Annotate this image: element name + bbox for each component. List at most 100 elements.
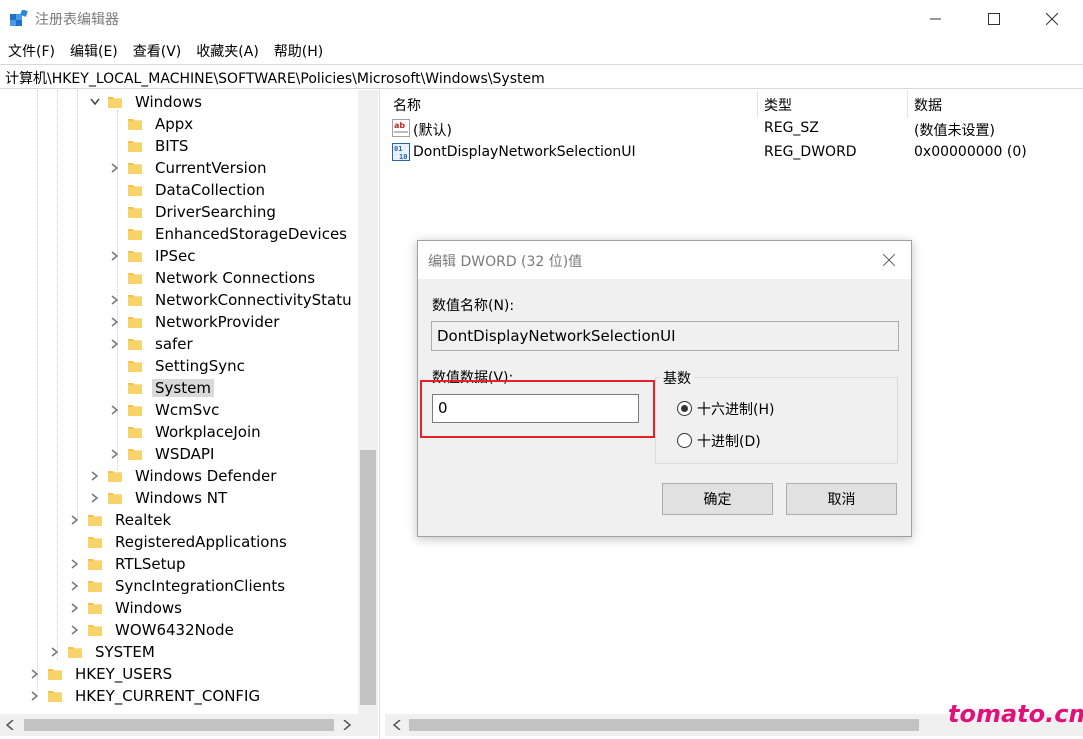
tree-expander-spacer	[108, 267, 122, 289]
menu-edit[interactable]: 编辑(E)	[62, 38, 125, 62]
value-data: 0x00000000 (0)	[914, 144, 1027, 160]
chevron-right-icon[interactable]	[108, 311, 122, 333]
ok-button[interactable]: 确定	[662, 483, 773, 515]
tree-item[interactable]: HKEY_CURRENT_CONFIG	[28, 685, 263, 707]
dialog-title-bar: 编辑 DWORD (32 位)值	[418, 241, 911, 279]
minimize-button[interactable]	[906, 0, 966, 38]
chevron-right-icon[interactable]	[28, 663, 42, 685]
column-separator[interactable]	[907, 90, 908, 118]
tree-item[interactable]: HKEY_USERS	[28, 663, 175, 685]
tree-item[interactable]: WorkplaceJoin	[108, 421, 264, 443]
tree-item[interactable]: Appx	[108, 113, 196, 135]
tree-vertical-scroll-thumb[interactable]	[360, 450, 376, 705]
folder-icon	[128, 183, 142, 197]
chevron-right-icon[interactable]	[68, 575, 82, 597]
menu-help[interactable]: 帮助(H)	[266, 38, 330, 62]
base-group-box	[655, 377, 898, 464]
tree-item[interactable]: Windows NT	[88, 487, 230, 509]
scroll-left-icon[interactable]	[393, 720, 401, 730]
chevron-right-icon[interactable]	[88, 487, 102, 509]
tree-item[interactable]: WcmSvc	[108, 399, 222, 421]
chevron-right-icon[interactable]	[108, 289, 122, 311]
tree-item[interactable]: SYSTEM	[48, 641, 158, 663]
chevron-right-icon[interactable]	[48, 641, 62, 663]
tree-item-label: WSDAPI	[155, 445, 215, 463]
column-header-type[interactable]: 类型	[764, 93, 792, 115]
tree-horizontal-scroll-thumb[interactable]	[24, 719, 334, 731]
list-row[interactable]: 01 10 DontDisplayNetworkSelectionUI REG_…	[385, 142, 1083, 164]
chevron-right-icon[interactable]	[108, 333, 122, 355]
regedit-app-icon	[10, 10, 28, 26]
menu-file[interactable]: 文件(F)	[0, 38, 62, 62]
tree-item[interactable]: RegisteredApplications	[68, 531, 290, 553]
column-separator[interactable]	[757, 90, 758, 118]
hex-radio-label[interactable]: 十六进制(H)	[697, 399, 774, 419]
tree-item[interactable]: WOW6432Node	[68, 619, 237, 641]
tree-expander-spacer	[108, 377, 122, 399]
tree-item-label: SYSTEM	[95, 643, 155, 661]
tree-item[interactable]: Realtek	[68, 509, 174, 531]
tree-item[interactable]: WSDAPI	[108, 443, 217, 465]
chevron-right-icon[interactable]	[108, 157, 122, 179]
tree-item[interactable]: IPSec	[108, 245, 198, 267]
address-bar[interactable]: 计算机\HKEY_LOCAL_MACHINE\SOFTWARE\Policies…	[0, 64, 1083, 89]
chevron-right-icon[interactable]	[68, 597, 82, 619]
tree-item[interactable]: System	[108, 377, 214, 399]
folder-icon	[88, 557, 102, 571]
svg-text:ab: ab	[394, 121, 405, 130]
decimal-radio-button[interactable]	[677, 433, 692, 448]
chevron-right-icon[interactable]	[68, 509, 82, 531]
chevron-right-icon[interactable]	[108, 443, 122, 465]
menu-view[interactable]: 查看(V)	[125, 38, 189, 62]
chevron-right-icon[interactable]	[28, 685, 42, 707]
folder-icon	[128, 403, 142, 417]
scroll-left-icon[interactable]	[6, 720, 14, 730]
close-icon	[883, 254, 895, 266]
tree-item-label: WOW6432Node	[115, 621, 234, 639]
list-row[interactable]: ab (默认) REG_SZ (数值未设置)	[385, 118, 1083, 140]
chevron-right-icon[interactable]	[68, 553, 82, 575]
tree-item[interactable]: EnhancedStorageDevices	[108, 223, 350, 245]
folder-icon	[128, 293, 142, 307]
column-header-name[interactable]: 名称	[393, 93, 421, 115]
tree-item[interactable]: NetworkProvider	[108, 311, 282, 333]
column-header-data[interactable]: 数据	[914, 93, 942, 115]
tree-expander-spacer	[108, 113, 122, 135]
tree-item[interactable]: Windows	[68, 597, 185, 619]
tree-item[interactable]: SyncIntegrationClients	[68, 575, 288, 597]
tree-item[interactable]: NetworkConnectivityStatu	[108, 289, 355, 311]
tree-item[interactable]: Windows	[88, 91, 205, 113]
menu-favorites[interactable]: 收藏夹(A)	[188, 38, 266, 62]
tree-item[interactable]: DriverSearching	[108, 201, 279, 223]
chevron-right-icon[interactable]	[68, 619, 82, 641]
list-horizontal-scroll-thumb[interactable]	[409, 719, 919, 731]
tree-pane[interactable]: Windows Appx BITS CurrentVersion DataCollect…	[0, 90, 380, 739]
tree-item-label: SettingSync	[155, 357, 245, 375]
tree-item[interactable]: CurrentVersion	[108, 157, 270, 179]
cancel-button[interactable]: 取消	[786, 483, 897, 515]
chevron-right-icon[interactable]	[88, 465, 102, 487]
scroll-right-icon[interactable]	[343, 720, 351, 730]
close-button[interactable]	[1022, 0, 1082, 38]
chevron-right-icon[interactable]	[108, 399, 122, 421]
chevron-right-icon[interactable]	[108, 245, 122, 267]
tree-item[interactable]: DataCollection	[108, 179, 268, 201]
tree-item[interactable]: SettingSync	[108, 355, 248, 377]
svg-text:10: 10	[399, 153, 407, 161]
chevron-down-icon[interactable]	[88, 91, 102, 113]
folder-icon	[88, 623, 102, 637]
tree-item[interactable]: safer	[108, 333, 196, 355]
hex-radio-button[interactable]	[677, 401, 692, 416]
tree-expander-spacer	[108, 179, 122, 201]
dialog-close-button[interactable]	[878, 249, 900, 271]
tree-item-label: HKEY_CURRENT_CONFIG	[75, 687, 261, 705]
value-name-field[interactable]: DontDisplayNetworkSelectionUI	[431, 321, 899, 351]
maximize-button[interactable]	[964, 0, 1024, 38]
tree-item[interactable]: RTLSetup	[68, 553, 189, 575]
tree-item[interactable]: Network Connections	[108, 267, 318, 289]
decimal-radio-label[interactable]: 十进制(D)	[697, 431, 761, 451]
folder-icon	[128, 161, 142, 175]
tree-item-label: Appx	[155, 115, 194, 133]
tree-item[interactable]: Windows Defender	[88, 465, 279, 487]
tree-item[interactable]: BITS	[108, 135, 191, 157]
